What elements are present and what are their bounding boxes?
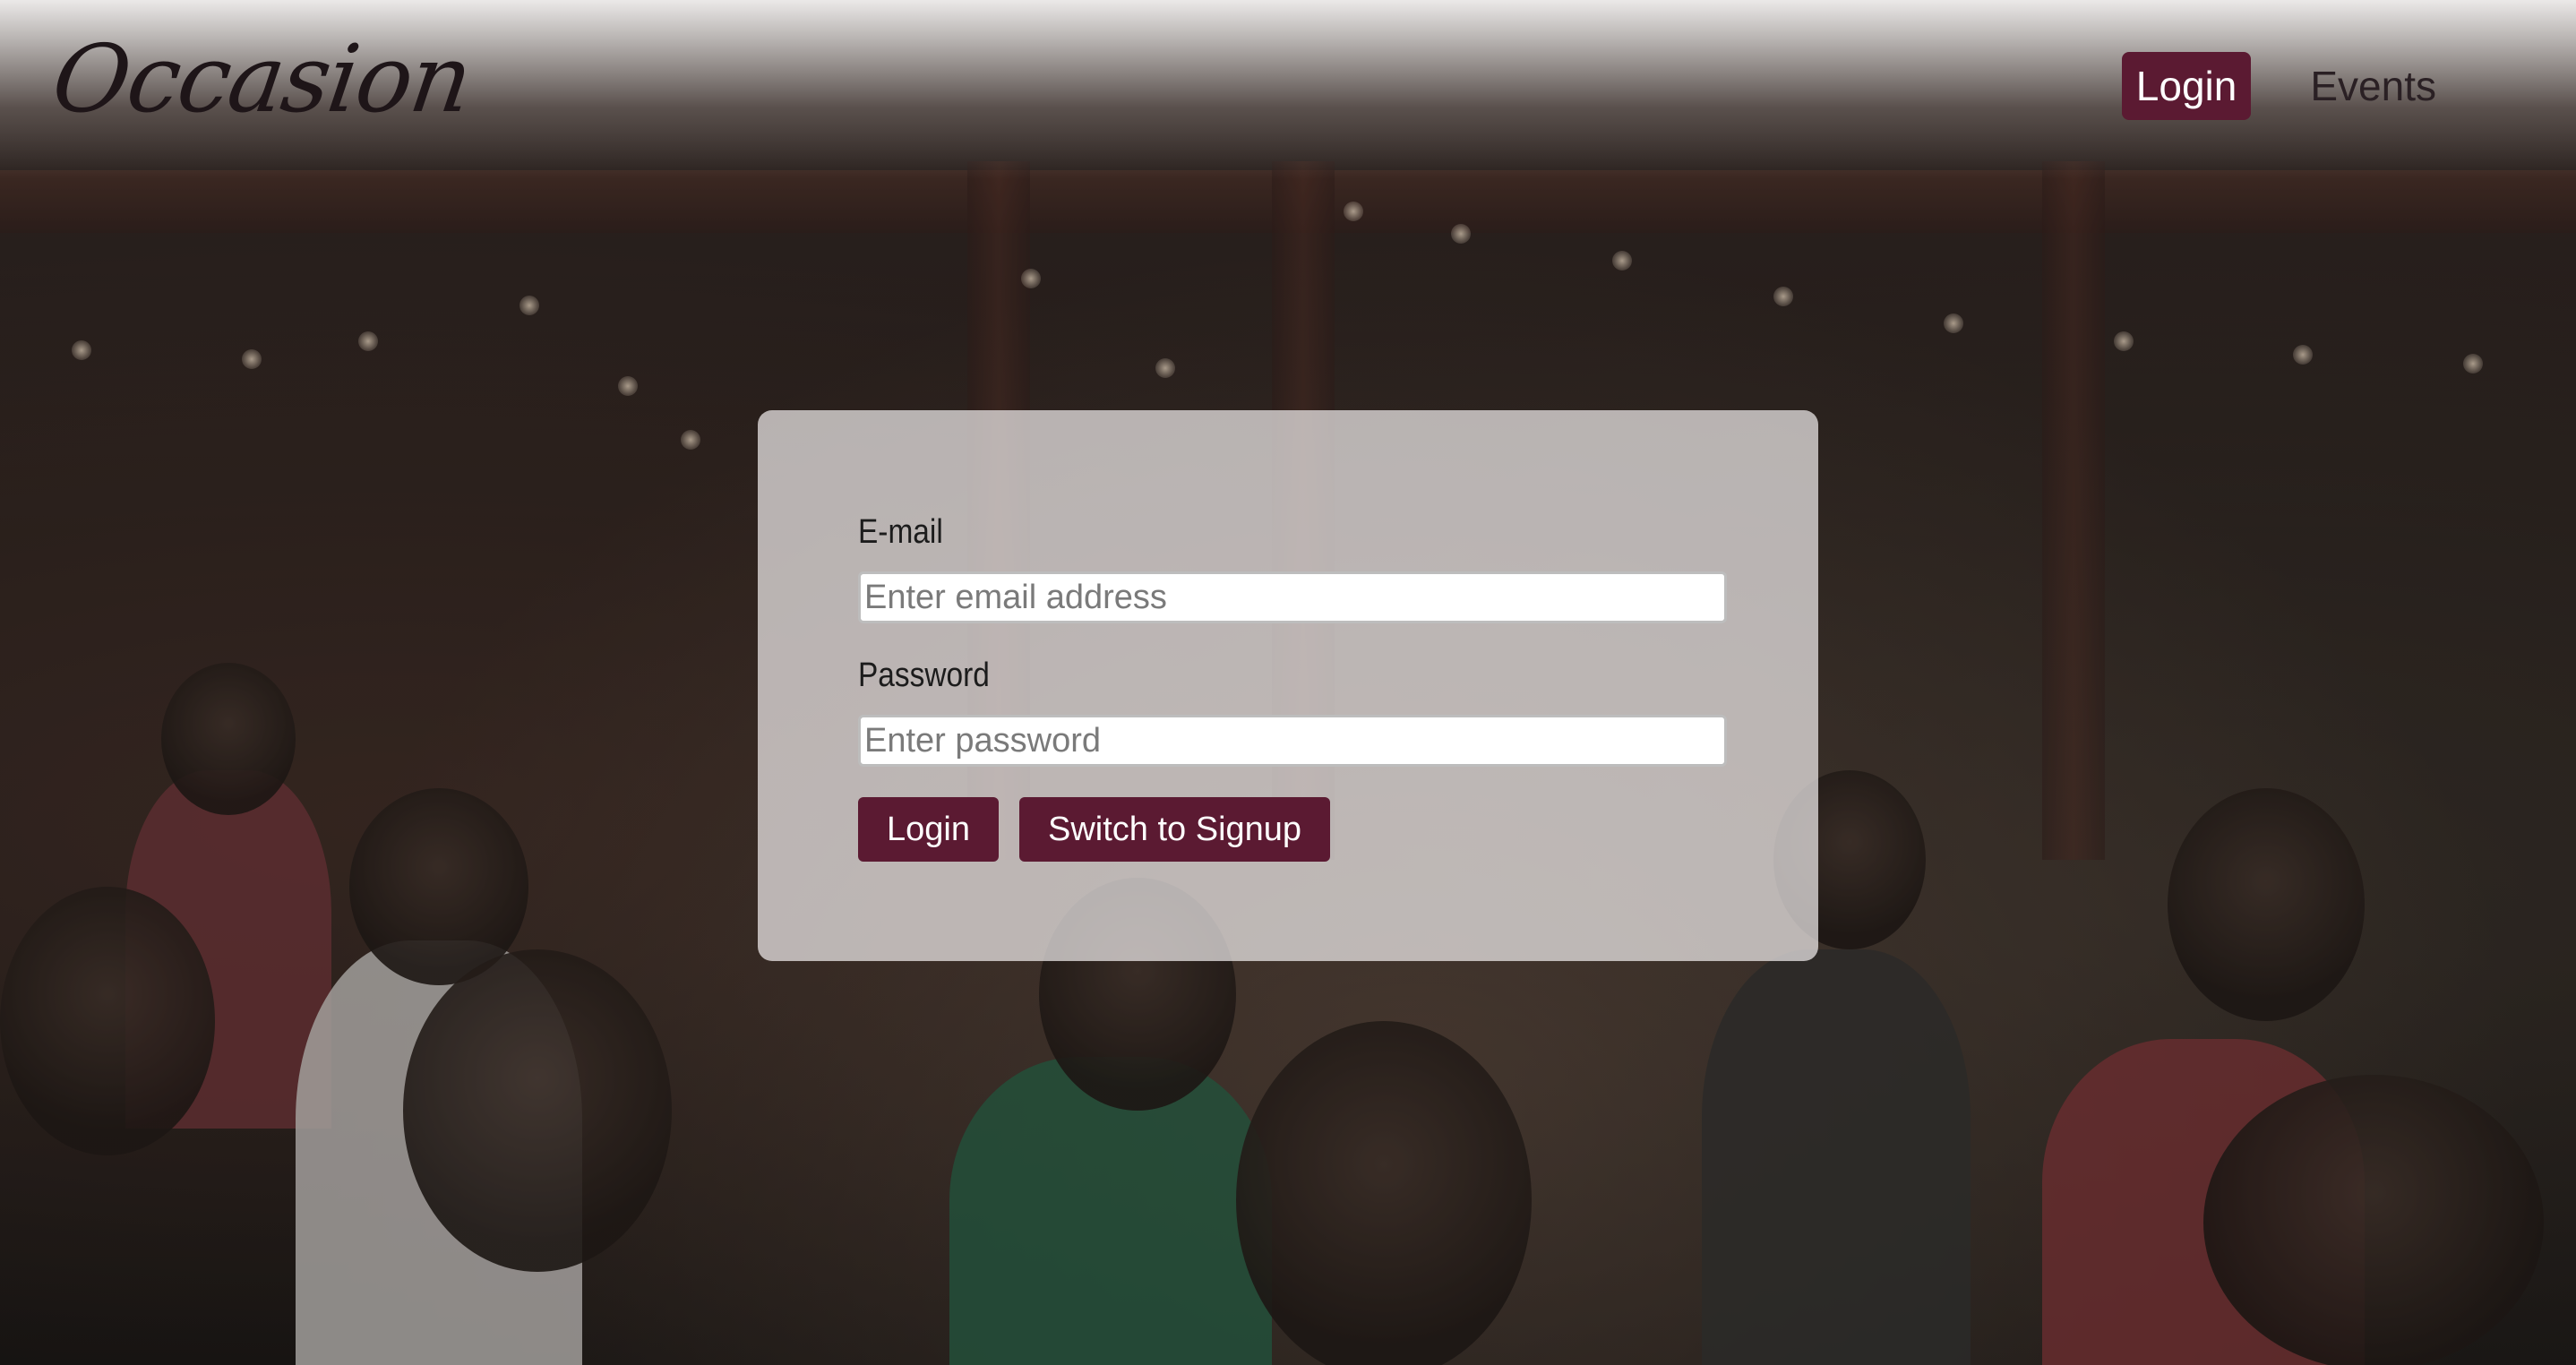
nav-events-link[interactable]: Events (2296, 52, 2451, 120)
login-button[interactable]: Login (858, 797, 999, 862)
password-label: Password (858, 657, 990, 694)
nav-login-link[interactable]: Login (2121, 52, 2252, 120)
app-logo[interactable]: Occasion (46, 24, 477, 133)
email-field[interactable] (858, 571, 1727, 623)
nav-links: Login Events (2121, 52, 2451, 120)
password-field[interactable] (858, 715, 1727, 767)
top-navbar: Occasion Login Events (0, 0, 2576, 179)
login-page: Occasion Login Events E-mail Password Lo… (0, 0, 2576, 1365)
switch-to-signup-button[interactable]: Switch to Signup (1019, 797, 1331, 862)
login-card: E-mail Password Login Switch to Signup (758, 410, 1818, 961)
email-label: E-mail (858, 513, 943, 551)
